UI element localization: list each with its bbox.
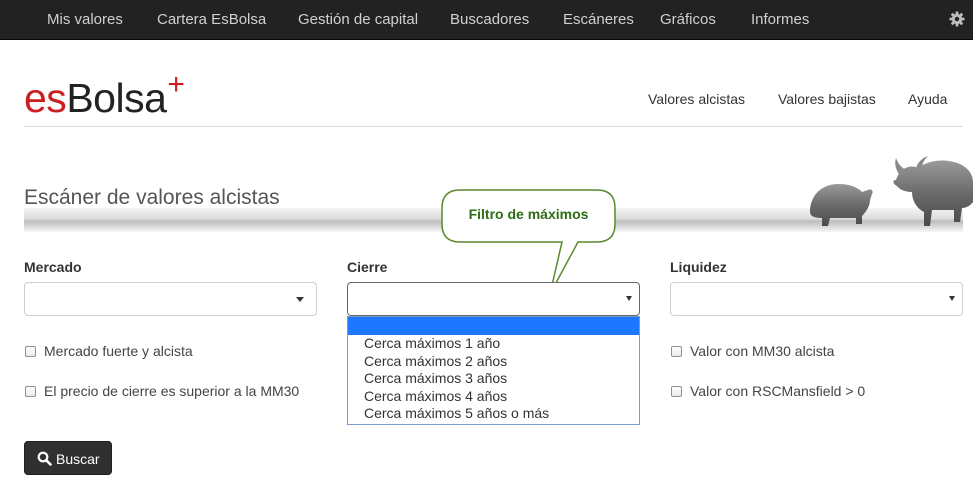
- logo-name: Bolsa: [66, 75, 167, 121]
- mm30-alcista-checkbox[interactable]: [671, 346, 682, 357]
- nav-item-graficos[interactable]: Gráficos: [660, 0, 716, 40]
- bear-and-bull-image: [810, 156, 973, 226]
- nav-item-informes[interactable]: Informes: [751, 0, 809, 40]
- page-title: Escáner de valores alcistas: [24, 186, 280, 209]
- nav-item-cartera-esbolsa[interactable]: Cartera EsBolsa: [157, 0, 266, 40]
- cierre-label: Cierre: [347, 259, 388, 275]
- chevron-down-icon: [949, 296, 955, 301]
- cierre-dropdown-list: Cerca máximos 1 año Cerca máximos 2 años…: [347, 316, 640, 425]
- logo-plus: +: [167, 68, 185, 101]
- chevron-down-icon: [296, 297, 304, 302]
- rscmansfield-checkbox[interactable]: [671, 386, 682, 397]
- esbolsa-logo[interactable]: esBolsa+: [24, 68, 185, 126]
- liquidez-select[interactable]: [670, 282, 963, 316]
- top-navbar: Mis valores Cartera EsBolsa Gestión de c…: [0, 0, 973, 40]
- dropdown-option-empty-highlighted[interactable]: [348, 317, 639, 335]
- header-nav-valores-bajistas[interactable]: Valores bajistas: [778, 91, 876, 107]
- search-button[interactable]: Buscar: [24, 441, 112, 475]
- mercado-fuerte-checkbox[interactable]: [25, 346, 36, 357]
- gear-icon[interactable]: [949, 11, 965, 27]
- dropdown-option[interactable]: Cerca máximos 5 años o más: [364, 405, 549, 422]
- mercado-label: Mercado: [24, 259, 82, 275]
- cierre-select[interactable]: [347, 282, 640, 316]
- precio-mm30-checkbox[interactable]: [25, 386, 36, 397]
- dropdown-option[interactable]: Cerca máximos 2 años: [364, 353, 507, 370]
- rscmansfield-label[interactable]: Valor con RSCMansfield > 0: [690, 383, 865, 399]
- mm30-alcista-label[interactable]: Valor con MM30 alcista: [690, 343, 834, 359]
- chevron-down-icon: [626, 296, 632, 301]
- liquidez-label: Liquidez: [670, 259, 727, 275]
- dropdown-option[interactable]: Cerca máximos 4 años: [364, 388, 507, 405]
- mercado-fuerte-label[interactable]: Mercado fuerte y alcista: [44, 343, 193, 359]
- nav-item-escaneres[interactable]: Escáneres: [563, 0, 634, 40]
- mercado-select[interactable]: [24, 282, 317, 316]
- search-icon: [37, 451, 52, 466]
- dropdown-option[interactable]: Cerca máximos 3 años: [364, 370, 507, 387]
- header-nav-valores-alcistas[interactable]: Valores alcistas: [648, 91, 745, 107]
- nav-item-buscadores[interactable]: Buscadores: [450, 0, 529, 40]
- callout-text: Filtro de máximos: [468, 206, 589, 222]
- precio-mm30-label[interactable]: El precio de cierre es superior a la MM3…: [44, 383, 299, 399]
- dropdown-option[interactable]: Cerca máximos 1 año: [364, 335, 500, 352]
- logo-prefix: es: [24, 75, 67, 121]
- nav-item-mis-valores[interactable]: Mis valores: [47, 0, 123, 40]
- search-button-label: Buscar: [56, 451, 100, 467]
- header-divider: [24, 126, 963, 127]
- header-nav-ayuda[interactable]: Ayuda: [908, 91, 947, 107]
- nav-item-gestion-capital[interactable]: Gestión de capital: [298, 0, 418, 40]
